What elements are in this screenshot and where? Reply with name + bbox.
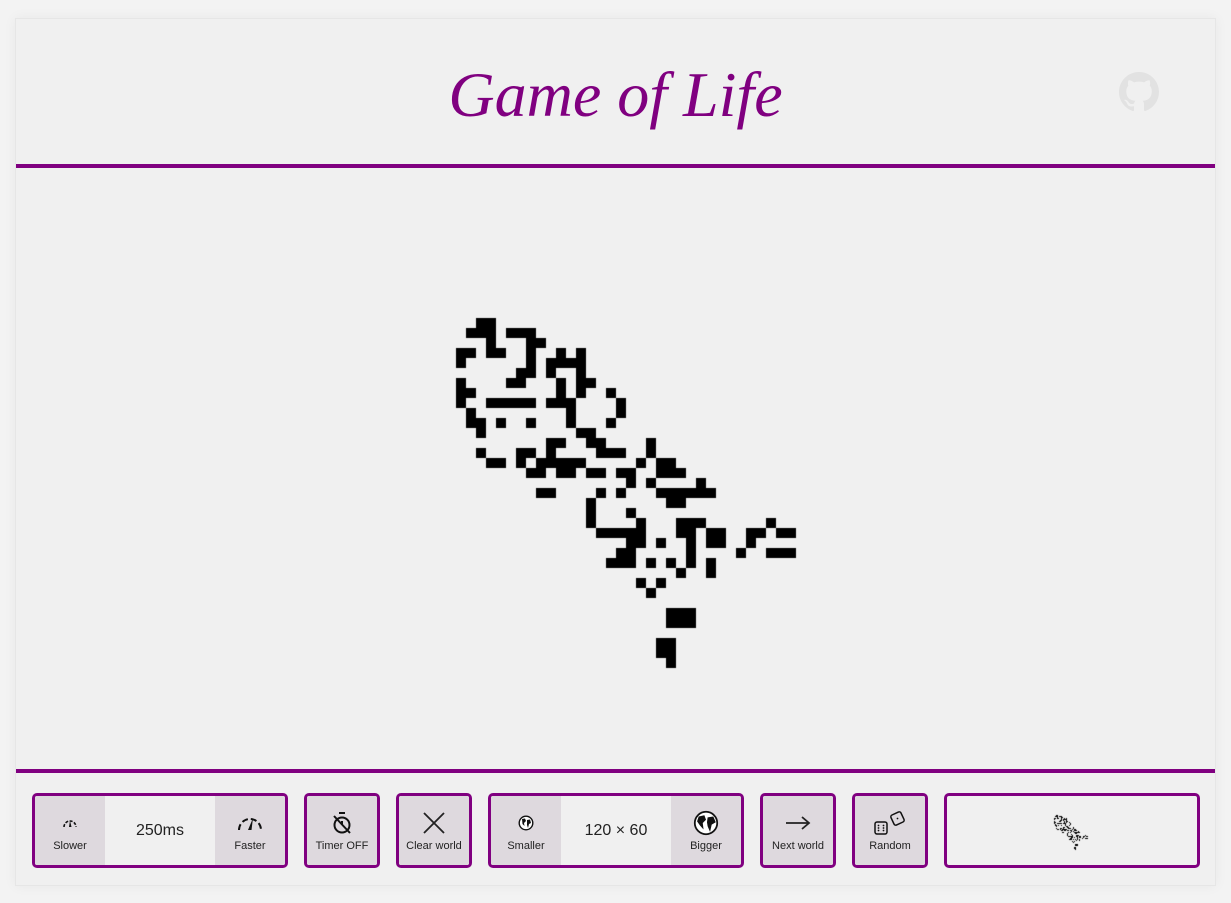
next-world-label: Next world [772, 840, 824, 852]
globe-small-icon [518, 809, 534, 837]
arrow-right-icon [785, 809, 811, 837]
speed-value: 250ms [105, 796, 215, 865]
timer-toggle[interactable]: Timer OFF [307, 796, 377, 865]
globe-large-icon [693, 809, 719, 837]
world-preview[interactable] [944, 793, 1200, 868]
minimap-canvas [1010, 800, 1130, 860]
clear-world-action[interactable]: Clear world [399, 796, 469, 865]
random-button[interactable]: Random [852, 793, 928, 868]
size-control: Smaller 120 × 60 Bigger [488, 793, 744, 868]
world-size-value: 120 × 60 [561, 796, 671, 865]
slower-button[interactable]: Slower [35, 796, 105, 865]
header: Game of Life [16, 19, 1215, 164]
page-title: Game of Life [448, 59, 783, 130]
stopwatch-off-icon [331, 809, 353, 837]
app-frame: Game of Life Slower 250ms Faster Timer O… [15, 18, 1216, 886]
random-label: Random [869, 840, 911, 852]
faster-label: Faster [234, 840, 266, 852]
dice-icon [873, 809, 907, 837]
next-world-action[interactable]: Next world [763, 796, 833, 865]
clear-world-button[interactable]: Clear world [396, 793, 472, 868]
smaller-label: Smaller [507, 840, 545, 852]
next-world-button[interactable]: Next world [760, 793, 836, 868]
controls-bar: Slower 250ms Faster Timer OFF Clear worl… [16, 773, 1215, 885]
speed-control: Slower 250ms Faster [32, 793, 288, 868]
world-grid[interactable] [16, 168, 1216, 768]
faster-button[interactable]: Faster [215, 796, 285, 865]
timer-button[interactable]: Timer OFF [304, 793, 380, 868]
gauge-low-icon [62, 809, 78, 837]
bigger-label: Bigger [690, 840, 722, 852]
smaller-button[interactable]: Smaller [491, 796, 561, 865]
gauge-high-icon [237, 809, 263, 837]
clear-world-label: Clear world [406, 840, 462, 852]
random-action[interactable]: Random [855, 796, 925, 865]
github-icon[interactable] [1119, 72, 1159, 112]
slower-label: Slower [53, 840, 87, 852]
timer-label: Timer OFF [315, 840, 369, 852]
bigger-button[interactable]: Bigger [671, 796, 741, 865]
close-icon [422, 809, 446, 837]
